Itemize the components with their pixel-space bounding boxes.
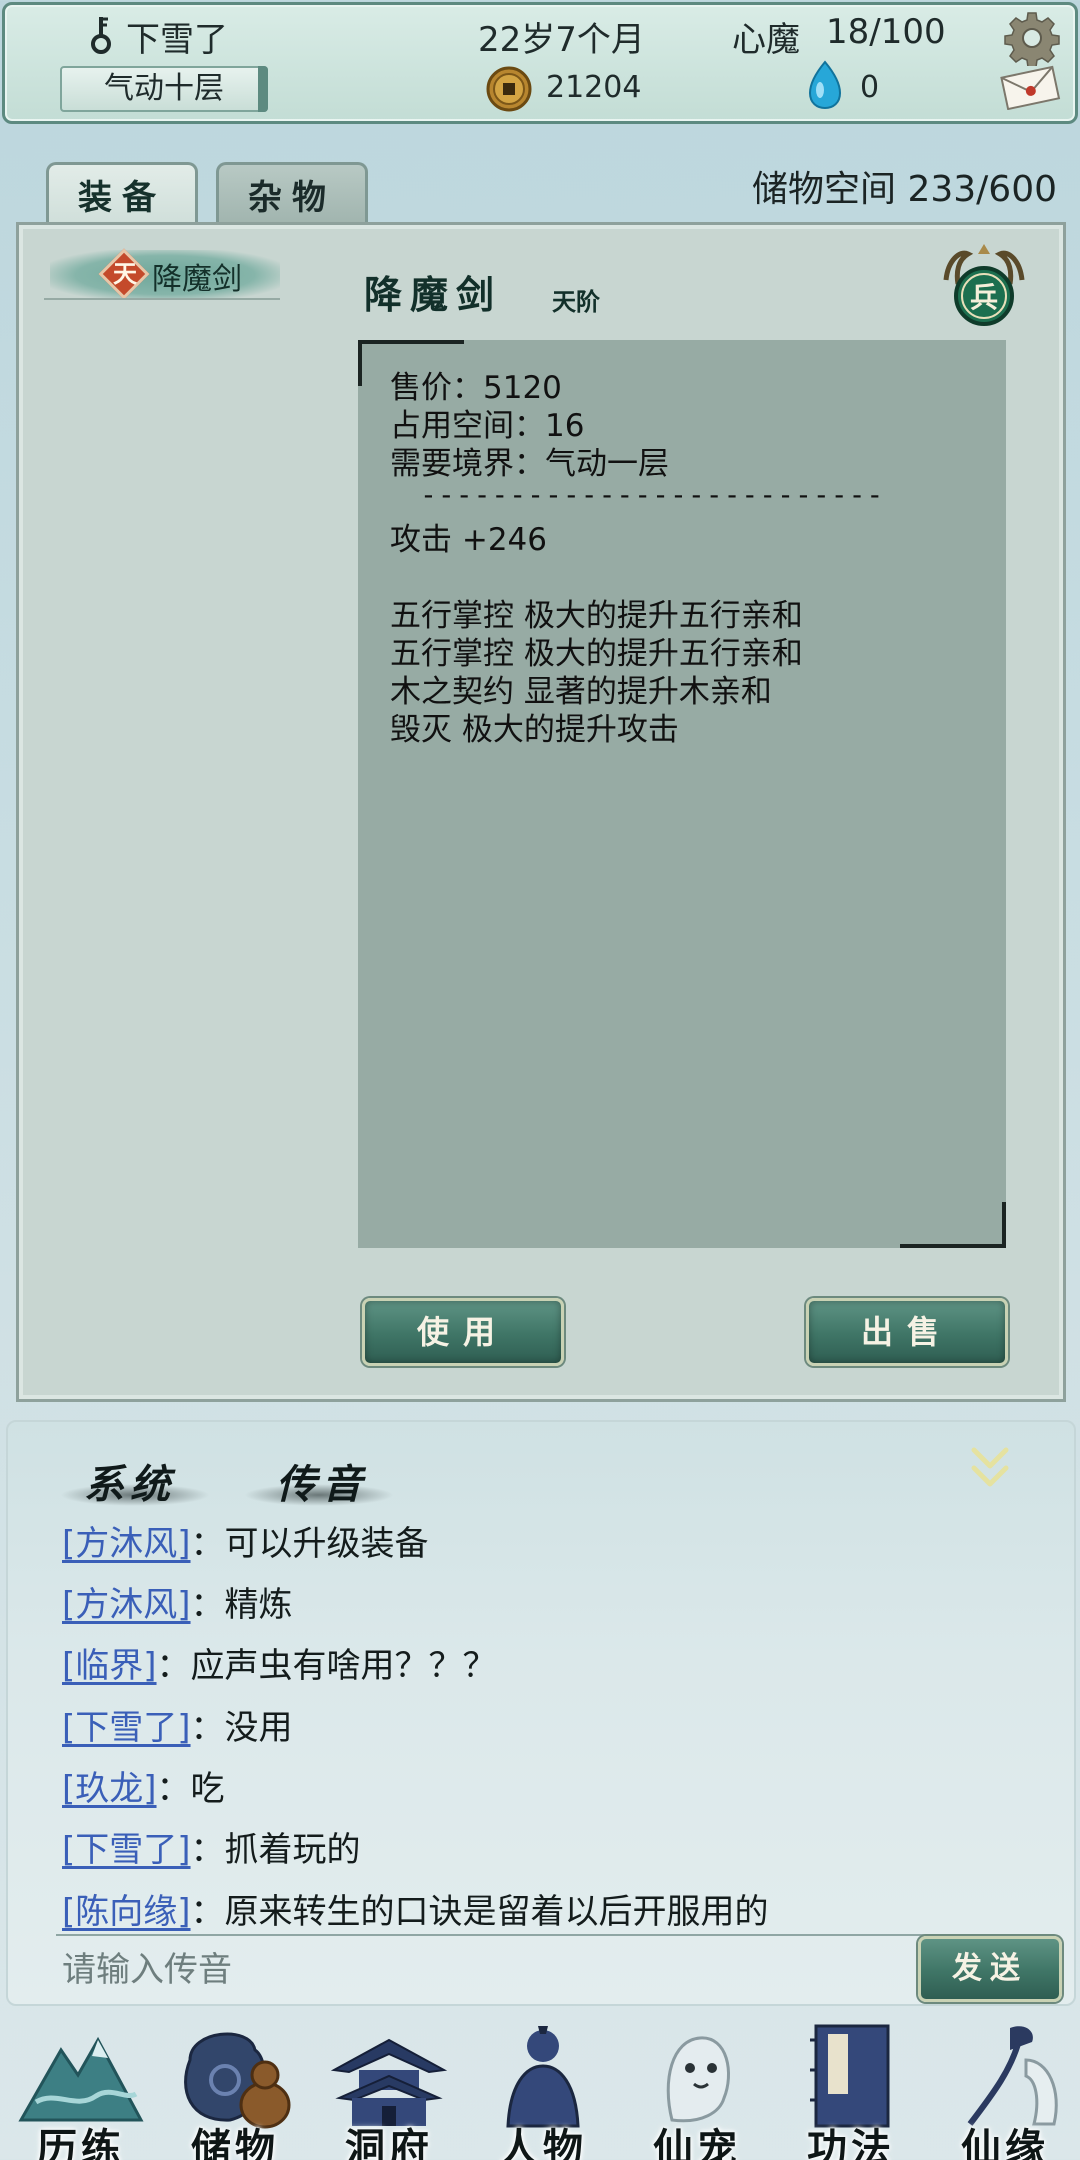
chat-input[interactable] xyxy=(62,1944,902,1996)
nav-label: 人物 xyxy=(499,2125,587,2160)
spirit-pet-icon xyxy=(666,2036,731,2123)
chat-text: ：没用 xyxy=(190,1708,293,1748)
nav-techniques[interactable]: 功法 xyxy=(776,2010,926,2160)
chat-text: ：可以升级装备 xyxy=(190,1524,429,1564)
item-attack: 攻击 +246 xyxy=(390,522,547,558)
nav-label: 仙宠 xyxy=(653,2125,741,2160)
nav-label: 历练 xyxy=(37,2125,125,2160)
chat-sender[interactable]: [临界] xyxy=(62,1646,157,1686)
item-effect: 毁灭 极大的提升攻击 xyxy=(390,712,679,748)
chat-text: ：原来转生的口诀是留着以后开服用的 xyxy=(190,1892,769,1932)
chat-sender[interactable]: [下雪了] xyxy=(62,1830,191,1870)
chat-text: ：精炼 xyxy=(190,1585,293,1625)
mountain-icon xyxy=(18,2036,144,2122)
item-grade-char: 天 xyxy=(113,260,137,288)
nav-label: 储物 xyxy=(191,2125,279,2160)
chat-text: ：应声虫有啥用？？？ xyxy=(156,1646,497,1686)
send-button[interactable]: 发送 xyxy=(918,1936,1062,2002)
chat-sender[interactable]: [下雪了] xyxy=(62,1708,191,1748)
chat-input-underline xyxy=(56,1934,1016,1936)
nav-training[interactable]: 历练 xyxy=(6,2010,156,2160)
chat-text: ：抓着玩的 xyxy=(190,1830,361,1870)
sell-button[interactable]: 出售 xyxy=(806,1298,1008,1366)
chat-sender[interactable]: [方沐风] xyxy=(62,1524,191,1564)
chat-message: [玖龙]：吃 xyxy=(62,1761,225,1810)
settings-gear-icon[interactable] xyxy=(1004,10,1060,66)
scroll-book-icon xyxy=(810,2024,890,2128)
nav-label: 洞府 xyxy=(345,2125,433,2160)
item-grade: 天阶 xyxy=(552,287,600,316)
detail-corner-bottom-right xyxy=(900,1202,1006,1248)
nav-label: 功法 xyxy=(807,2125,895,2160)
player-age: 22岁7个月 xyxy=(478,20,645,60)
nav-fortune[interactable]: 仙缘 xyxy=(930,2010,1080,2160)
mail-letter-icon[interactable] xyxy=(998,64,1062,110)
chat-sender[interactable]: [方沐风] xyxy=(62,1585,191,1625)
chat-tab-system[interactable]: 系统 xyxy=(84,1452,176,1510)
detail-divider: -------------------------- xyxy=(420,478,885,511)
spirit-stone-icon xyxy=(808,60,842,110)
chat-tab-whisper[interactable]: 传音 xyxy=(276,1452,368,1510)
chat-message: [方沐风]：可以升级装备 xyxy=(62,1516,429,1565)
pouch-gourd-icon xyxy=(184,2032,291,2129)
person-icon xyxy=(506,2026,580,2128)
chat-message: [陈向缘]：原来转生的口诀是留着以后开服用的 xyxy=(62,1884,769,1933)
use-button[interactable]: 使用 xyxy=(362,1298,564,1366)
key-icon xyxy=(91,17,111,54)
pagoda-icon xyxy=(330,2038,448,2126)
weapon-type-char: 兵 xyxy=(969,281,998,314)
chat-sender[interactable]: [玖龙] xyxy=(62,1769,157,1809)
chat-message: [下雪了]：没用 xyxy=(62,1700,293,1749)
item-list-divider xyxy=(44,298,280,300)
nav-label: 仙缘 xyxy=(961,2125,1049,2160)
chat-message: [下雪了]：抓着玩的 xyxy=(62,1822,361,1871)
storage-capacity: 储物空间 233/600 xyxy=(752,169,1057,210)
heart-demon-value: 18/100 xyxy=(826,12,946,52)
collapse-chevron-down-icon[interactable] xyxy=(968,1444,1012,1492)
chat-message: [方沐风]：精炼 xyxy=(62,1577,293,1626)
nav-character[interactable]: 人物 xyxy=(468,2010,618,2160)
item-list-name[interactable]: 降魔剑 xyxy=(152,254,242,298)
player-name[interactable]: 下雪了 xyxy=(126,12,228,61)
copper-coin-icon xyxy=(486,66,532,112)
item-title: 降魔剑 xyxy=(364,272,503,317)
tab-misc[interactable]: 杂物 xyxy=(216,162,368,228)
chat-text: ：吃 xyxy=(156,1769,225,1809)
item-required-realm: 需要境界：气动一层 xyxy=(390,446,669,482)
realm-badge: 气动十层 xyxy=(60,66,268,112)
chat-message: [临界]：应声虫有啥用？？？ xyxy=(62,1638,497,1687)
spirit-stone-count: 0 xyxy=(860,70,880,105)
nav-spirit-pet[interactable]: 仙宠 xyxy=(622,2010,772,2160)
nav-storage[interactable]: 储物 xyxy=(160,2010,310,2160)
heart-demon-label: 心魔 xyxy=(732,20,800,60)
coin-count: 21204 xyxy=(546,70,642,105)
nav-cave-abode[interactable]: 洞府 xyxy=(314,2010,464,2160)
crane-icon xyxy=(967,2026,1058,2126)
chat-sender[interactable]: [陈向缘] xyxy=(62,1892,191,1932)
